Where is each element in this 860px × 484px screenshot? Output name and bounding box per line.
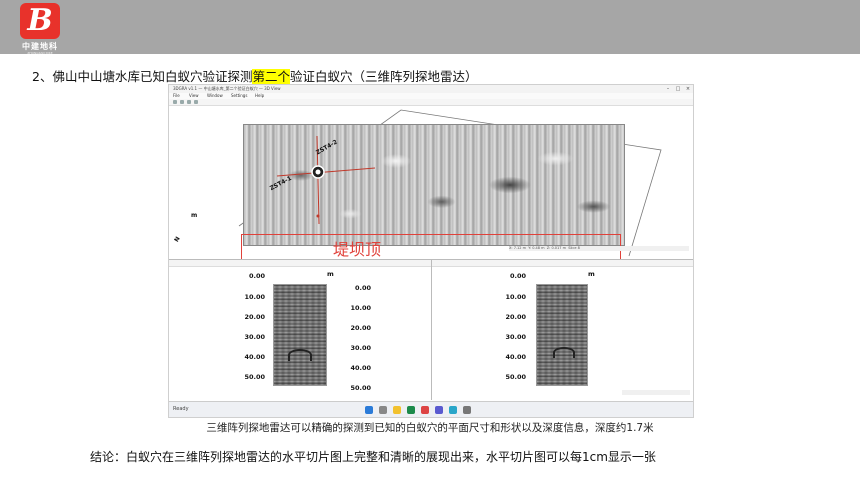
- profile-right-image: [536, 284, 588, 386]
- start-menu-icon[interactable]: [365, 406, 373, 414]
- status-slice: Slice 8: [568, 246, 580, 250]
- profile-right-tick-5: 50.00: [505, 373, 526, 381]
- profile-right-tick-4: 40.00: [505, 353, 526, 361]
- header-banner: B 中建地科 ZHONGJIAN DIKE: [0, 0, 860, 55]
- marker-endpoint: [316, 214, 320, 218]
- toolbar: [169, 99, 693, 106]
- software-screenshot: 3DGRA v1.1 — 中山塘水库_第二个验证白蚁穴 — 3D View – …: [168, 84, 694, 418]
- logo-mark-icon: B: [20, 3, 60, 39]
- slide-title-prefix: 2、佛山中山塘水库已知白蚁穴验证探测: [32, 69, 253, 84]
- profile-left-image: [273, 284, 327, 386]
- status-y: Y: 0.48 m: [528, 246, 545, 250]
- profile-panel-right-toolbar: [432, 260, 693, 267]
- slide-title: 2、佛山中山塘水库已知白蚁穴验证探测第二个验证白蚁穴（三维阵列探地雷达）: [32, 66, 478, 85]
- minimize-icon[interactable]: –: [663, 85, 673, 93]
- app-icon[interactable]: [449, 406, 457, 414]
- radar-app-icon[interactable]: [435, 406, 443, 414]
- window-title: 3DGRA v1.1 — 中山塘水库_第二个验证白蚁穴 — 3D View: [173, 86, 281, 91]
- toolbar-pan-icon[interactable]: [194, 100, 198, 104]
- profile-left-tick-4: 40.00: [244, 353, 265, 361]
- profile-right-tick-2: 20.00: [505, 313, 526, 321]
- profile-left-right-tick-3: 30.00: [350, 344, 371, 352]
- toolbar-open-icon[interactable]: [173, 100, 177, 104]
- hyperbola-reflection: [288, 349, 312, 361]
- profile-panel-right: m 0.00 10.00 20.00 30.00 40.00 50.00: [431, 259, 693, 400]
- profile-left-tick-3: 30.00: [244, 333, 265, 341]
- app-icon[interactable]: [421, 406, 429, 414]
- profile-left-tick-5: 50.00: [244, 373, 265, 381]
- profile-right-status: [622, 390, 690, 395]
- windows-taskbar: Ready: [169, 401, 693, 417]
- profile-right-tick-1: 10.00: [505, 293, 526, 301]
- window-titlebar: 3DGRA v1.1 — 中山塘水库_第二个验证白蚁穴 — 3D View – …: [169, 85, 693, 93]
- profile-panel-left-toolbar: [169, 260, 431, 267]
- status-x: X: 7.12 m: [509, 246, 527, 250]
- toolbar-zoom-icon[interactable]: [187, 100, 191, 104]
- profile-right-tick-0: 0.00: [509, 272, 526, 280]
- status-z: Z: 0.017 m: [546, 246, 566, 250]
- profile-panel-left: m 0.00 10.00 20.00 30.00 40.00 50.00 0.0…: [169, 259, 431, 400]
- logo-letter: B: [27, 3, 53, 38]
- hyperbola-reflection: [553, 347, 575, 358]
- status-ready: Ready: [173, 406, 189, 412]
- dam-crest-label: 堤坝顶: [333, 240, 382, 259]
- profile-left-right-tick-5: 50.00: [350, 384, 371, 392]
- conclusion-text: 结论：白蚁穴在三维阵列探地雷达的水平切片图上完整和清晰的展现出来，水平切片图可以…: [90, 450, 656, 464]
- profile-left-tick-2: 20.00: [244, 313, 265, 321]
- termite-nest-center: [315, 169, 321, 175]
- toolbar-save-icon[interactable]: [180, 100, 184, 104]
- plan-view-status: X: 7.12 m Y: 0.48 m Z: 0.017 m Slice 8: [509, 246, 689, 251]
- axis-unit-label: m: [191, 212, 198, 219]
- browser-icon[interactable]: [407, 406, 415, 414]
- profile-left-right-tick-4: 40.00: [350, 364, 371, 372]
- marker-line-horizontal: [276, 167, 376, 177]
- file-explorer-icon[interactable]: [393, 406, 401, 414]
- profile-left-right-tick-0: 0.00: [354, 284, 371, 292]
- app-icon[interactable]: [463, 406, 471, 414]
- screenshot-caption: 三维阵列探地雷达可以精确的探测到已知的白蚁穴的平面尺寸和形状以及深度信息，深度约…: [206, 422, 654, 434]
- profile-left-tick-1: 10.00: [244, 293, 265, 301]
- profile-left-tick-0: 0.00: [248, 272, 265, 280]
- company-logo: B 中建地科 ZHONGJIAN DIKE: [14, 3, 66, 55]
- profile-right-unit: m: [588, 270, 595, 278]
- profile-left-unit-left: m: [327, 270, 334, 278]
- maximize-icon[interactable]: □: [673, 85, 683, 93]
- close-icon[interactable]: ×: [683, 85, 693, 93]
- profile-right-tick-3: 30.00: [505, 333, 526, 341]
- slide-title-suffix: 验证白蚁穴（三维阵列探地雷达）: [289, 69, 478, 84]
- logo-english-name: ZHONGJIAN DIKE: [27, 51, 53, 55]
- plan-view-panel: ZST4-2 ZST4-1 m N 堤坝顶 X: 7.12 m Y: 0.48 …: [169, 106, 693, 266]
- search-icon[interactable]: [379, 406, 387, 414]
- slide-title-highlight: 第二个: [252, 69, 290, 84]
- profile-left-right-tick-2: 20.00: [350, 324, 371, 332]
- profile-left-right-tick-1: 10.00: [350, 304, 371, 312]
